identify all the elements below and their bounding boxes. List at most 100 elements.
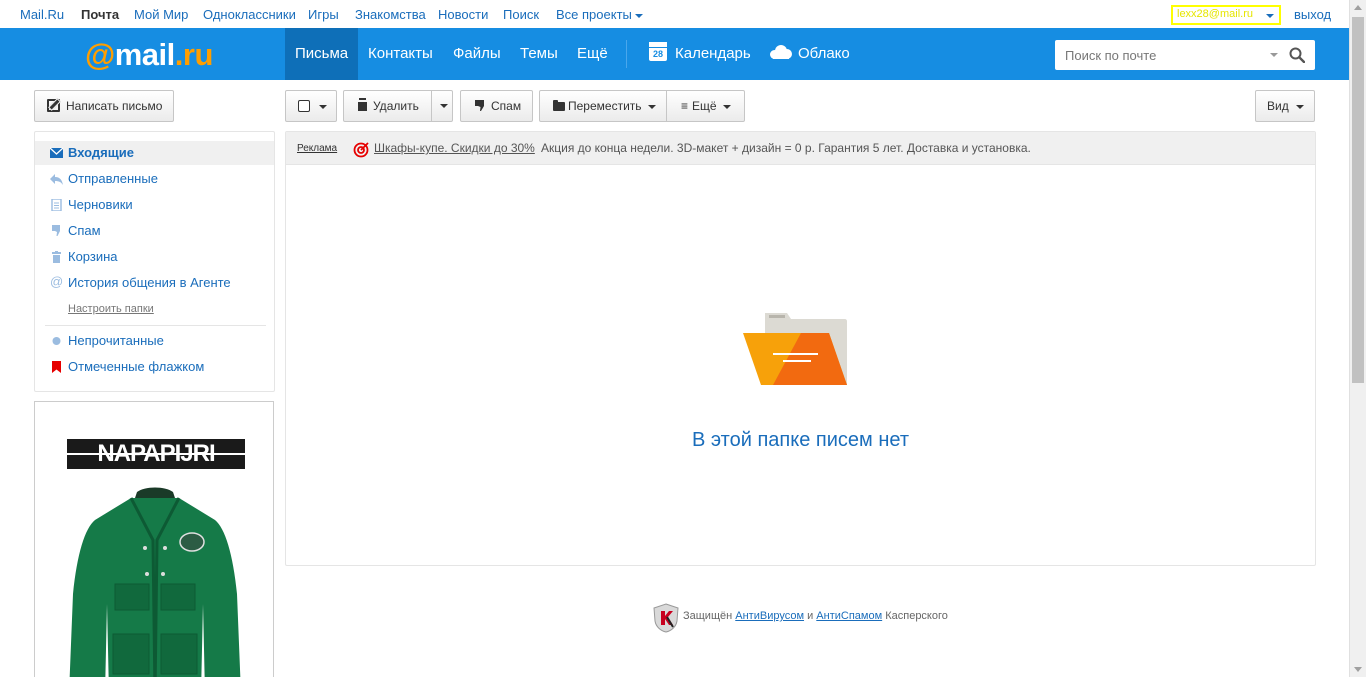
flag-icon — [52, 361, 61, 373]
thumbs-down-icon — [52, 225, 60, 236]
page-scrollbar[interactable] — [1349, 0, 1366, 677]
unread-dot-icon — [52, 337, 61, 345]
tab-letters[interactable]: Письма — [285, 28, 359, 80]
folder-divider — [45, 325, 266, 326]
folder-drafts[interactable]: Черновики — [35, 193, 274, 217]
mail-search — [1055, 40, 1315, 70]
portal-link-odnoklassniki[interactable]: Одноклассники — [203, 7, 296, 22]
ad-title-link[interactable]: Шкафы-купе. Скидки до 30% — [374, 132, 535, 165]
folder-label: История общения в Агенте — [68, 275, 231, 290]
more-label: Ещё — [692, 99, 717, 113]
portal-bar: Mail.Ru Почта Мой Мир Одноклассники Игры… — [0, 0, 1349, 28]
folder-label: Черновики — [68, 197, 133, 212]
target-icon — [353, 142, 369, 158]
portal-link-znakomstva[interactable]: Знакомства — [355, 7, 426, 22]
nav-divider — [626, 40, 627, 68]
chevron-down-icon — [634, 13, 643, 18]
folder-spam[interactable]: Спам — [35, 219, 274, 243]
all-projects-label: Все проекты — [556, 7, 632, 22]
folder-agent-history[interactable]: @ История общения в Агенте — [35, 271, 274, 295]
view-options-button[interactable]: Вид — [1255, 90, 1315, 122]
folder-list: Входящие Отправленные Черновики Спам Кор… — [34, 131, 275, 392]
chevron-down-icon — [722, 104, 731, 109]
select-all-dropdown[interactable] — [285, 90, 337, 122]
compose-label: Написать письмо — [66, 99, 163, 113]
at-sign-icon: @ — [50, 274, 64, 289]
cloud-icon — [770, 45, 792, 59]
compose-button[interactable]: Написать письмо — [34, 90, 174, 122]
folder-sent[interactable]: Отправленные — [35, 167, 274, 191]
spam-button[interactable]: Спам — [460, 90, 533, 122]
antispam-link[interactable]: АнтиСпамом — [816, 610, 882, 622]
filter-label: Отмеченные флажком — [68, 359, 205, 374]
ad-description: Акция до конца недели. 3D-макет + дизайн… — [541, 141, 1031, 155]
filter-label: Непрочитанные — [68, 333, 164, 348]
chevron-down-icon — [647, 104, 656, 109]
delete-label: Удалить — [373, 99, 419, 113]
search-icon[interactable] — [1289, 47, 1305, 63]
empty-folder-icon — [743, 313, 847, 385]
more-actions-button[interactable]: ≡ Ещё — [667, 91, 745, 121]
move-button-group: Переместить ≡ Ещё — [539, 90, 745, 122]
reply-arrow-icon — [50, 174, 63, 185]
folder-label: Спам — [68, 223, 101, 238]
portal-link-moymir[interactable]: Мой Мир — [134, 7, 188, 22]
view-label: Вид — [1267, 99, 1289, 113]
empty-folder-message: В этой папке писем нет — [692, 429, 909, 451]
chevron-down-icon — [1266, 14, 1274, 18]
calendar-label: Календарь — [675, 45, 751, 62]
mail-header: @mail.ru Письма Контакты Файлы Темы Ещё … — [0, 28, 1349, 80]
search-input[interactable] — [1055, 40, 1255, 70]
scroll-up-arrow-icon[interactable] — [1354, 5, 1362, 10]
tab-files[interactable]: Файлы — [443, 28, 511, 80]
tab-more[interactable]: Ещё — [567, 28, 618, 80]
portal-link-novosti[interactable]: Новости — [438, 7, 488, 22]
sidebar-ad-banner[interactable]: NAPAPIJRI — [34, 401, 274, 677]
portal-link-all-projects[interactable]: Все проекты — [556, 7, 643, 22]
document-icon — [51, 199, 62, 211]
thumbs-down-icon — [475, 100, 484, 111]
kaspersky-shield-icon — [653, 603, 679, 633]
ad-line: Реклама Шкафы-купе. Скидки до 30% Акция … — [286, 132, 1315, 165]
tab-themes[interactable]: Темы — [510, 28, 568, 80]
select-all-checkbox[interactable] — [298, 100, 310, 112]
trash-icon — [358, 100, 367, 111]
user-account-dropdown[interactable]: lexx28@mail.ru — [1171, 5, 1281, 25]
scroll-down-arrow-icon[interactable] — [1354, 667, 1362, 672]
portal-link-poisk[interactable]: Поиск — [503, 7, 539, 22]
green-jacket-image — [69, 487, 241, 677]
configure-folders-link[interactable]: Настроить папки — [68, 303, 154, 315]
portal-link-igry[interactable]: Игры — [308, 7, 339, 22]
filter-flagged[interactable]: Отмеченные флажком — [35, 355, 274, 379]
logout-link[interactable]: выход — [1294, 7, 1331, 22]
delete-options-chevron-icon[interactable] — [440, 104, 448, 108]
ad-label[interactable]: Реклама — [297, 132, 337, 165]
folder-trash[interactable]: Корзина — [35, 245, 274, 269]
trash-icon — [52, 251, 61, 263]
delete-button[interactable]: Удалить — [343, 90, 453, 122]
folder-label: Отправленные — [68, 171, 158, 186]
folder-inbox[interactable]: Входящие — [35, 141, 274, 165]
scrollbar-thumb[interactable] — [1352, 17, 1364, 383]
tab-contacts[interactable]: Контакты — [358, 28, 443, 80]
mailru-logo[interactable]: @mail.ru — [85, 37, 213, 73]
button-split-divider — [431, 91, 432, 121]
antivirus-link[interactable]: АнтиВирусом — [735, 610, 804, 622]
tab-cloud[interactable]: Облако — [760, 28, 860, 80]
folder-label: Входящие — [68, 145, 134, 160]
chevron-down-icon — [319, 104, 328, 109]
message-list-panel: Реклама Шкафы-купе. Скидки до 30% Акция … — [285, 131, 1316, 566]
list-icon: ≡ — [681, 99, 689, 113]
folder-label: Корзина — [68, 249, 118, 264]
search-options-dropdown-icon[interactable] — [1270, 53, 1278, 57]
folder-icon — [553, 100, 565, 111]
protection-text: Защищён АнтиВирусом и АнтиСпамом Касперс… — [683, 610, 948, 622]
tab-calendar[interactable]: 28 Календарь — [639, 28, 761, 80]
chevron-down-icon — [1295, 104, 1304, 109]
portal-link-mailru[interactable]: Mail.Ru — [20, 7, 64, 22]
move-button[interactable]: Переместить — [540, 91, 666, 121]
filter-unread[interactable]: Непрочитанные — [35, 329, 274, 353]
portal-link-pochta[interactable]: Почта — [81, 7, 119, 22]
compose-pencil-icon — [47, 99, 60, 112]
calendar-icon: 28 — [649, 42, 667, 61]
